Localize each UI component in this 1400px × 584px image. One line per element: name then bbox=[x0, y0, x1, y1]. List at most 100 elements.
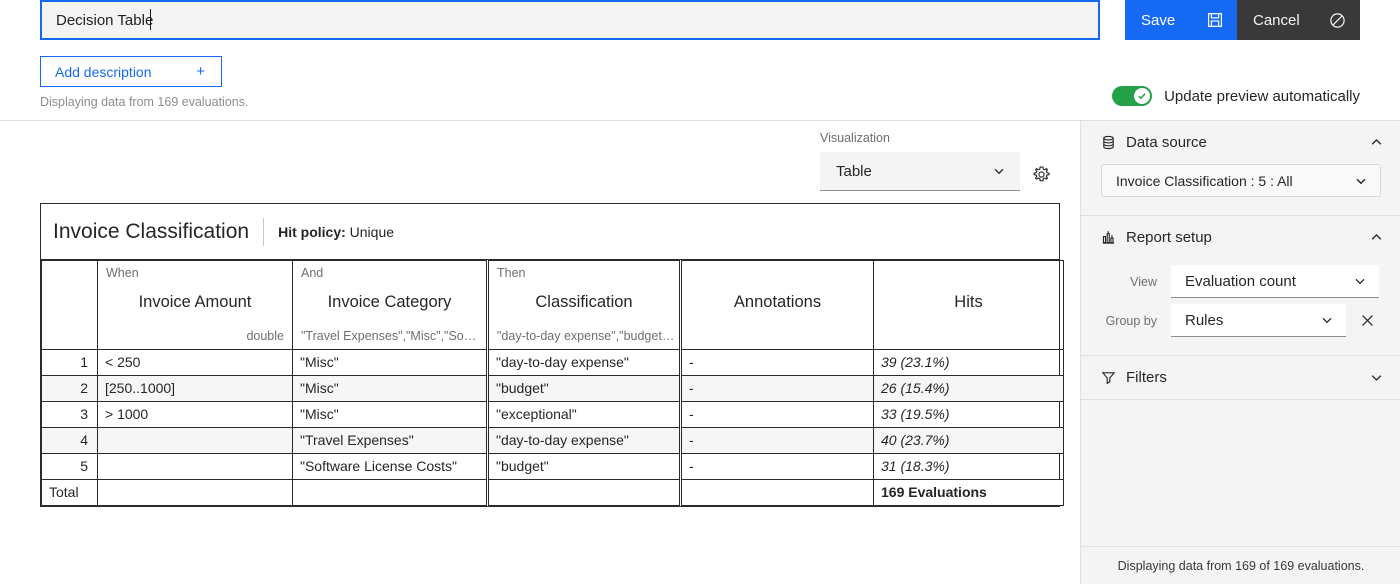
save-button[interactable]: Save bbox=[1125, 0, 1237, 40]
panel-footer-text: Displaying data from 169 of 169 evaluati… bbox=[1117, 558, 1365, 573]
add-description-button[interactable]: Add description + bbox=[40, 56, 222, 87]
panel-footer-status: Displaying data from 169 of 169 evaluati… bbox=[1081, 546, 1400, 584]
chevron-down-icon bbox=[1354, 174, 1368, 188]
table-row[interactable]: 3 > 1000 "Misc" "exceptional" - 33 (19.5… bbox=[41, 401, 1064, 428]
row-index: 5 bbox=[80, 458, 88, 474]
cell-hits: 40 (23.7%) bbox=[881, 432, 950, 448]
header-name-invoice-category: Invoice Category bbox=[327, 293, 452, 311]
clear-group-by-button[interactable] bbox=[1354, 308, 1380, 334]
save-button-label: Save bbox=[1141, 11, 1176, 29]
cell-annotations: - bbox=[689, 406, 694, 422]
grid-header: When Invoice Amount double And Invoice C… bbox=[41, 260, 1064, 350]
row-index: 2 bbox=[80, 380, 88, 396]
table-row[interactable]: 5 "Software License Costs" "budget" - 31… bbox=[41, 453, 1064, 480]
table-row[interactable]: 1 < 250 "Misc" "day-to-day expense" - 39… bbox=[41, 349, 1064, 376]
cell-then: "day-to-day expense" bbox=[496, 354, 629, 370]
cell-annotations: - bbox=[689, 380, 694, 396]
cell-then: "exceptional" bbox=[496, 406, 577, 422]
data-source-title: Data source bbox=[1126, 134, 1207, 151]
cell-annotations: - bbox=[689, 432, 694, 448]
hit-policy-value: Unique bbox=[349, 223, 395, 240]
header-kind-and: And bbox=[301, 266, 324, 280]
data-source-body: Invoice Classification : 5 : All bbox=[1081, 164, 1400, 215]
header-cell-invoice-amount[interactable]: When Invoice Amount double bbox=[97, 260, 293, 350]
visualization-select[interactable]: Table bbox=[820, 152, 1020, 191]
cell-when bbox=[98, 454, 292, 479]
cell-annotations: - bbox=[689, 458, 694, 474]
chevron-up-icon[interactable] bbox=[1369, 135, 1384, 150]
add-description-label: Add description bbox=[55, 63, 152, 80]
visualization-label: Visualization bbox=[820, 131, 890, 145]
cell-annotations: - bbox=[689, 354, 694, 370]
chevron-down-icon[interactable] bbox=[1369, 370, 1384, 385]
cell-and: "Misc" bbox=[300, 406, 339, 422]
update-preview-label: Update preview automatically bbox=[1164, 87, 1360, 105]
hit-policy: Hit policy: Unique bbox=[278, 224, 394, 240]
save-floppy-icon bbox=[1207, 12, 1223, 28]
cell-when: > 1000 bbox=[105, 406, 149, 422]
cancel-button-label: Cancel bbox=[1253, 11, 1300, 29]
total-label: Total bbox=[49, 484, 79, 500]
table-row[interactable]: 4 "Travel Expenses" "day-to-day expense"… bbox=[41, 427, 1064, 454]
cell-then: "budget" bbox=[496, 458, 549, 474]
header-cell-hits[interactable]: Hits bbox=[873, 260, 1064, 350]
group-by-label: Group by bbox=[1105, 313, 1157, 328]
database-icon bbox=[1101, 135, 1116, 150]
header-cell-invoice-category[interactable]: And Invoice Category "Travel Expenses","… bbox=[292, 260, 488, 350]
cancel-button[interactable]: Cancel bbox=[1237, 0, 1360, 40]
bar-chart-icon bbox=[1101, 230, 1116, 245]
row-index: 1 bbox=[80, 354, 88, 370]
total-then bbox=[489, 480, 679, 505]
cell-and: "Misc" bbox=[300, 380, 339, 396]
data-source-header[interactable]: Data source bbox=[1081, 121, 1400, 164]
view-select[interactable]: Evaluation count bbox=[1171, 265, 1379, 298]
gear-icon[interactable] bbox=[1029, 162, 1053, 186]
cell-and: "Software License Costs" bbox=[300, 458, 458, 474]
grid-body: 1 < 250 "Misc" "day-to-day expense" - 39… bbox=[41, 349, 1064, 506]
decision-table-grid: When Invoice Amount double And Invoice C… bbox=[41, 260, 1064, 506]
total-and bbox=[293, 480, 486, 505]
row-index: 4 bbox=[80, 432, 88, 448]
view-field-row: View Evaluation count bbox=[1101, 265, 1380, 298]
update-preview-toggle[interactable] bbox=[1112, 86, 1153, 106]
cell-hits: 39 (23.1%) bbox=[881, 354, 950, 370]
table-row[interactable]: 2 [250..1000] "Misc" "budget" - 26 (15.4… bbox=[41, 375, 1064, 402]
chevron-down-icon bbox=[1320, 313, 1334, 327]
grid-header-row: When Invoice Amount double And Invoice C… bbox=[41, 260, 1064, 350]
group-by-value: Rules bbox=[1185, 311, 1224, 329]
chevron-up-icon[interactable] bbox=[1369, 230, 1384, 245]
filters-header[interactable]: Filters bbox=[1081, 356, 1400, 399]
report-setup-body: View Evaluation count Group by Rules bbox=[1081, 265, 1400, 355]
header-cell-index bbox=[41, 260, 98, 350]
header-cell-annotations[interactable]: Annotations bbox=[679, 260, 874, 350]
decision-title-input[interactable] bbox=[40, 0, 1100, 40]
decision-table-name: Invoice Classification bbox=[53, 219, 250, 243]
header-type-classification: "day-to-day expense","budget",… bbox=[497, 329, 675, 343]
panel-section-data-source: Data source Invoice Classification : 5 :… bbox=[1081, 121, 1400, 216]
header-type-invoice-category: "Travel Expenses","Misc","Soft… bbox=[301, 329, 479, 343]
cell-when bbox=[98, 428, 292, 453]
visualization-value: Table bbox=[836, 162, 872, 180]
header-cell-classification[interactable]: Then Classification "day-to-day expense"… bbox=[486, 260, 681, 350]
data-source-select[interactable]: Invoice Classification : 5 : All bbox=[1101, 164, 1381, 197]
header-kind-when: When bbox=[106, 266, 139, 280]
panel-section-filters: Filters bbox=[1081, 356, 1400, 400]
plus-icon: + bbox=[196, 63, 205, 80]
header-type-invoice-amount: double bbox=[246, 329, 284, 343]
report-setup-header[interactable]: Report setup bbox=[1081, 216, 1400, 259]
cell-when: < 250 bbox=[105, 354, 141, 370]
header-name-invoice-amount: Invoice Amount bbox=[138, 293, 252, 311]
report-side-panel: Data source Invoice Classification : 5 :… bbox=[1080, 121, 1400, 584]
no-entry-icon bbox=[1329, 12, 1346, 29]
cell-when: [250..1000] bbox=[105, 380, 176, 396]
displaying-data-note: Displaying data from 169 evaluations. bbox=[40, 95, 249, 109]
header-name-annotations: Annotations bbox=[733, 293, 822, 311]
decision-table-header: Invoice Classification Hit policy: Uniqu… bbox=[41, 204, 1059, 260]
update-preview-toggle-group: Update preview automatically bbox=[1112, 86, 1360, 106]
chevron-down-icon bbox=[1353, 274, 1367, 288]
total-hits: 169 Evaluations bbox=[881, 484, 987, 500]
text-caret bbox=[150, 9, 151, 30]
header-kind-then: Then bbox=[497, 266, 526, 280]
header-separator bbox=[263, 217, 265, 246]
group-by-select[interactable]: Rules bbox=[1171, 304, 1346, 337]
